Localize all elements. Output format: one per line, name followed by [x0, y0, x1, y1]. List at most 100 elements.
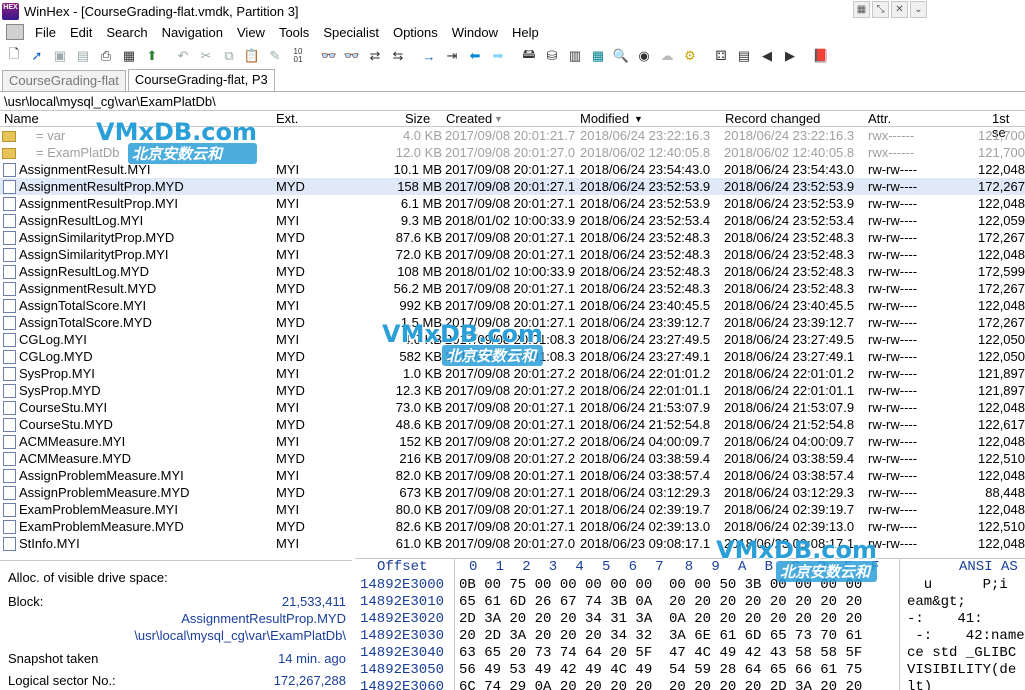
- file-row[interactable]: AssignSimilaritytProp.MYD MYD 87.6 KB 2017/…: [0, 229, 1025, 246]
- hex-bytes[interactable]: 0B 00 75 00 00 00 00 00 00 00 50 3B 00 0…: [459, 577, 862, 593]
- replace-hex-icon[interactable]: ⇆: [388, 46, 408, 66]
- calculator-icon[interactable]: ▦: [588, 46, 608, 66]
- next-icon[interactable]: ▶: [780, 46, 800, 66]
- hex-row[interactable]: 14892E3050 56 49 53 49 42 49 4C 49 54 59 …: [355, 662, 1025, 679]
- file-row[interactable]: AssignTotalScore.MYI MYI 992 KB 2017/09/08 …: [0, 297, 1025, 314]
- cloud-icon[interactable]: ☁: [657, 46, 677, 66]
- undo-icon[interactable]: ↶: [173, 46, 193, 66]
- file-row[interactable]: CGLog.MYI MYI 4.0 KB 2017/09/08 20:01:08.3 2…: [0, 331, 1025, 348]
- column-header-size[interactable]: Size: [405, 112, 430, 126]
- table-view-icon[interactable]: ▤: [734, 46, 754, 66]
- hex-bytes[interactable]: 56 49 53 49 42 49 4C 49 54 59 28 64 65 6…: [459, 662, 862, 678]
- hex-bytes[interactable]: 63 65 20 73 74 64 20 5F 47 4C 49 42 43 5…: [459, 645, 862, 661]
- hex-bytes[interactable]: 2D 3A 20 20 20 34 31 3A 0A 20 20 20 20 2…: [459, 611, 862, 627]
- file-row[interactable]: ACMMeasure.MYD MYD 216 KB 2017/09/08 20:01:…: [0, 450, 1025, 467]
- column-header-attr[interactable]: Attr.: [868, 112, 891, 126]
- file-row[interactable]: ACMMeasure.MYI MYI 152 KB 2017/09/08 20:01:…: [0, 433, 1025, 450]
- properties-icon[interactable]: ▦: [119, 46, 139, 66]
- forward-icon[interactable]: ➡: [488, 46, 508, 66]
- file-row[interactable]: CGLog.MYD MYD 582 KB 2017/09/08 20:01:08.3 2…: [0, 348, 1025, 365]
- menu-help[interactable]: Help: [505, 25, 546, 40]
- hex-ascii[interactable]: -: 41:: [907, 611, 983, 627]
- menu-view[interactable]: View: [230, 25, 272, 40]
- file-row[interactable]: CourseStu.MYD MYD 48.6 KB 2017/09/08 20:01:…: [0, 416, 1025, 433]
- column-header-modified[interactable]: Modified: [580, 112, 629, 126]
- open-icon[interactable]: ➚: [27, 46, 47, 66]
- menu-window[interactable]: Window: [445, 25, 505, 40]
- binary-icon[interactable]: 10 01: [288, 46, 308, 66]
- new-file-icon[interactable]: 🗋: [4, 46, 24, 66]
- column-header-record-changed[interactable]: Record changed: [725, 112, 820, 126]
- hex-ascii[interactable]: u P;i: [907, 577, 1008, 593]
- grid-icon[interactable]: ▦: [853, 1, 870, 18]
- file-row[interactable]: AssignmentResult.MYD MYD 56.2 MB 2017/09/08…: [0, 280, 1025, 297]
- tab-coursegrading-flat[interactable]: CourseGrading-flat: [2, 70, 126, 91]
- save-icon[interactable]: ▣: [50, 46, 70, 66]
- file-row[interactable]: CourseStu.MYI MYI 73.0 KB 2017/09/08 20:01:…: [0, 399, 1025, 416]
- upload-icon[interactable]: ⬆: [142, 46, 162, 66]
- menu-search[interactable]: Search: [99, 25, 154, 40]
- write-icon[interactable]: ✎: [265, 46, 285, 66]
- back-icon[interactable]: ⬅: [465, 46, 485, 66]
- goto-sector-icon[interactable]: ⇥: [442, 46, 462, 66]
- hex-ascii[interactable]: -: 42:name: [907, 628, 1024, 644]
- file-row[interactable]: AssignResultLog.MYD MYD 108 MB 2018/01/02 1…: [0, 263, 1025, 280]
- file-row[interactable]: SysProp.MYI MYI 1.0 KB 2017/09/08 20:01:27.…: [0, 365, 1025, 382]
- previous-icon[interactable]: ◀: [757, 46, 777, 66]
- hex-bytes[interactable]: 65 61 6D 26 67 74 3B 0A 20 20 20 20 20 2…: [459, 594, 862, 610]
- replace-text-icon[interactable]: ⇄: [365, 46, 385, 66]
- save-all-icon[interactable]: ▤: [73, 46, 93, 66]
- print-icon[interactable]: ⎙: [96, 46, 116, 66]
- hex-row[interactable]: 14892E3030 20 2D 3A 20 20 20 34 32 3A 6E …: [355, 628, 1025, 645]
- hex-row[interactable]: 14892E3020 2D 3A 20 20 20 34 31 3A 0A 20 …: [355, 611, 1025, 628]
- column-header-created[interactable]: Created: [446, 112, 492, 126]
- paste-icon[interactable]: 📋: [242, 46, 262, 66]
- goto-offset-icon[interactable]: →: [419, 46, 439, 66]
- file-row[interactable]: SysProp.MYD MYD 12.3 KB 2017/09/08 20:01:27…: [0, 382, 1025, 399]
- file-row[interactable]: StInfo.MYI MYI 61.0 KB 2017/09/08 20:01:27.…: [0, 535, 1025, 552]
- column-header-name[interactable]: Name: [4, 112, 39, 126]
- list-view-icon[interactable]: ⚃: [711, 46, 731, 66]
- magnifier-icon[interactable]: 🔍: [611, 46, 631, 66]
- hex-row[interactable]: 14892E3010 65 61 6D 26 67 74 3B 0A 20 20 …: [355, 594, 1025, 611]
- tab-coursegrading-flat-p3[interactable]: CourseGrading-flat, P3: [127, 69, 275, 91]
- file-row[interactable]: AssignResultLog.MYI MYI 9.3 MB 2018/01/02 1…: [0, 212, 1025, 229]
- disk-edit-icon[interactable]: ⛁: [542, 46, 562, 66]
- hex-editor[interactable]: Offset 0 1 2 3 4 5 6 7 8 9 A B C D E F ANSI AS 14892E30…: [355, 558, 1025, 690]
- file-row[interactable]: AssignSimilaritytProp.MYI MYI 72.0 KB 2017/…: [0, 246, 1025, 263]
- file-row[interactable]: = var 4.0 KB 2017/09/08 20:01:21.7 2018/06/…: [0, 127, 1025, 144]
- file-row[interactable]: AssignProblemMeasure.MYI MYI 82.0 KB 2017/0…: [0, 467, 1025, 484]
- disk-icon[interactable]: 🖴: [519, 46, 539, 66]
- gear-icon[interactable]: ⚙: [680, 46, 700, 66]
- restore-icon[interactable]: ⤡: [872, 1, 889, 18]
- hex-bytes[interactable]: 6C 74 29 0A 20 20 20 20 20 20 20 20 2D 3…: [459, 679, 862, 690]
- ram-icon[interactable]: ▥: [565, 46, 585, 66]
- book-icon[interactable]: 📕: [811, 46, 831, 66]
- menu-tools[interactable]: Tools: [272, 25, 316, 40]
- menu-specialist[interactable]: Specialist: [316, 25, 386, 40]
- close-icon[interactable]: ✕: [891, 1, 908, 18]
- system-menu-icon[interactable]: [6, 24, 24, 40]
- file-row[interactable]: AssignmentResult.MYI MYI 10.1 MB 2017/09/08…: [0, 161, 1025, 178]
- hex-ascii[interactable]: eam&gt;: [907, 594, 966, 610]
- file-row[interactable]: AssignmentResultProp.MYI MYI 6.1 MB 2017/09…: [0, 195, 1025, 212]
- cut-icon[interactable]: ✂: [196, 46, 216, 66]
- file-row[interactable]: ExamProblemMeasure.MYD MYD 82.6 KB 2017/09/…: [0, 518, 1025, 535]
- camera-icon[interactable]: ◉: [634, 46, 654, 66]
- hex-bytes[interactable]: 20 2D 3A 20 20 20 34 32 3A 6E 61 6D 65 7…: [459, 628, 862, 644]
- menu-options[interactable]: Options: [386, 25, 445, 40]
- menu-edit[interactable]: Edit: [63, 25, 99, 40]
- file-row[interactable]: AssignTotalScore.MYD MYD 1.5 MB 2017/09/08 …: [0, 314, 1025, 331]
- find-text-icon[interactable]: 👓: [319, 46, 339, 66]
- hex-row[interactable]: 14892E3040 63 65 20 73 74 64 20 5F 47 4C …: [355, 645, 1025, 662]
- hex-row[interactable]: 14892E3060 6C 74 29 0A 20 20 20 20 20 20 …: [355, 679, 1025, 690]
- hex-ascii[interactable]: ce std _GLIBC: [907, 645, 1016, 661]
- file-row[interactable]: = ExamPlatDb 12.0 KB 2017/09/08 20:01:27.0…: [0, 144, 1025, 161]
- file-row[interactable]: AssignProblemMeasure.MYD MYD 673 KB 2017/09…: [0, 484, 1025, 501]
- find-hex-icon[interactable]: 👓: [342, 46, 362, 66]
- column-header-ext[interactable]: Ext.: [276, 112, 298, 126]
- menu-file[interactable]: File: [28, 25, 63, 40]
- menu-navigation[interactable]: Navigation: [155, 25, 230, 40]
- hex-ascii[interactable]: VISIBILITY(de: [907, 662, 1016, 678]
- hex-ascii[interactable]: lt): [907, 679, 932, 690]
